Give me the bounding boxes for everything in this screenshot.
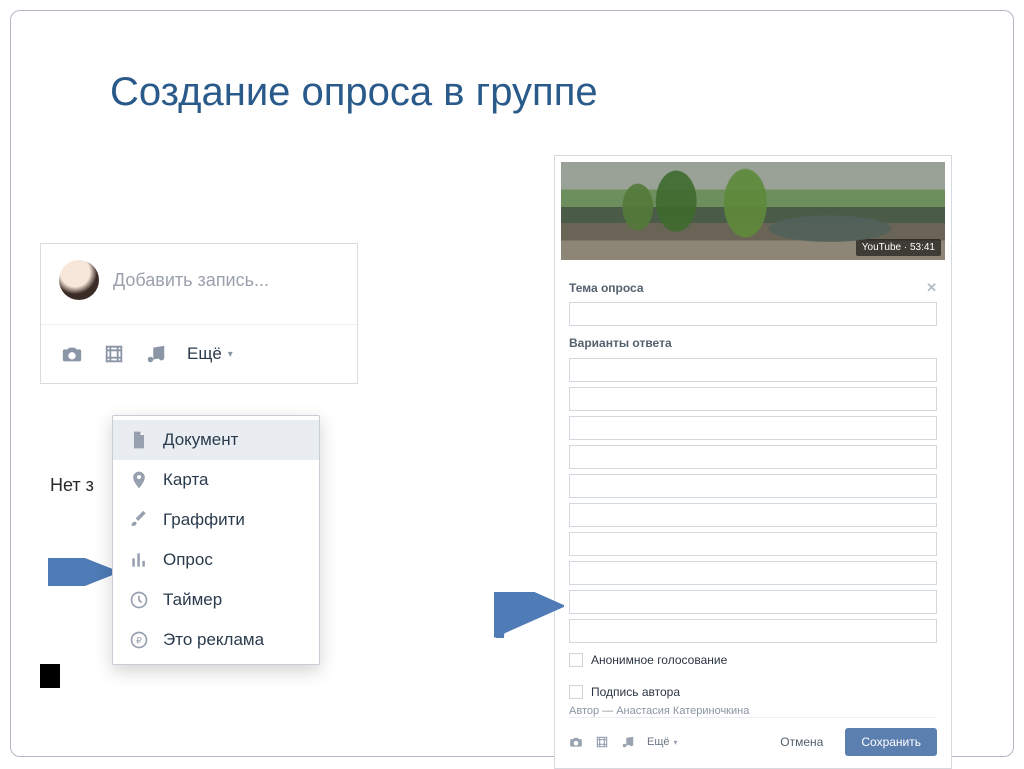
attached-video-thumbnail[interactable]: YouTube · 53:41 [561, 162, 945, 260]
post-footer: Ещё ▾ Отмена Сохранить [569, 717, 937, 756]
poll-option-input[interactable] [569, 358, 937, 382]
compose-row [41, 244, 357, 324]
attach-more-menu: Документ Карта Граффити Опрос Таймер ₽ Э… [112, 415, 320, 665]
film-icon[interactable] [103, 343, 125, 365]
camera-icon[interactable] [569, 735, 583, 749]
poll-option-input[interactable] [569, 619, 937, 643]
film-icon[interactable] [595, 735, 609, 749]
annotation-arrow-left [48, 558, 112, 586]
truncated-text: Нет з [50, 475, 94, 496]
poll-option-input[interactable] [569, 474, 937, 498]
poll-option-input[interactable] [569, 416, 937, 440]
clock-icon [129, 590, 149, 610]
svg-text:₽: ₽ [136, 635, 142, 645]
menu-label: Опрос [163, 550, 213, 570]
close-icon[interactable]: ✕ [926, 280, 937, 296]
avatar[interactable] [59, 260, 99, 300]
menu-label: Граффити [163, 510, 245, 530]
poll-option-input[interactable] [569, 503, 937, 527]
author-line: Автор — Анастасия Катериночкина [569, 705, 937, 717]
poll-icon [129, 550, 149, 570]
video-badge: YouTube · 53:41 [856, 239, 941, 256]
more-dropdown-trigger[interactable]: Ещё ▾ [187, 344, 233, 364]
poll-option-input[interactable] [569, 590, 937, 614]
chevron-down-icon: ▾ [674, 738, 678, 747]
menu-item-timer[interactable]: Таймер [113, 580, 319, 620]
poll-editor-panel: YouTube · 53:41 Тема опроса ✕ Варианты о… [554, 155, 952, 769]
fragment [40, 664, 60, 688]
brush-icon [129, 510, 149, 530]
menu-label: Карта [163, 470, 209, 490]
menu-item-map[interactable]: Карта [113, 460, 319, 500]
anonymous-check-row[interactable]: Анонимное голосование [569, 653, 937, 667]
compose-input[interactable] [113, 270, 345, 291]
save-button[interactable]: Сохранить [845, 728, 937, 756]
menu-label: Документ [163, 430, 238, 450]
music-icon[interactable] [145, 343, 167, 365]
attach-row: Ещё ▾ [41, 324, 357, 383]
poll-option-input[interactable] [569, 561, 937, 585]
poll-topic-input[interactable] [569, 302, 937, 326]
compose-panel: Ещё ▾ [40, 243, 358, 384]
signature-label: Подпись автора [591, 685, 680, 699]
page-title: Создание опроса в группе [110, 70, 598, 115]
ruble-icon: ₽ [129, 630, 149, 650]
map-pin-icon [129, 470, 149, 490]
menu-label: Это реклама [163, 630, 264, 650]
more-label: Ещё [187, 344, 222, 364]
checkbox[interactable] [569, 653, 583, 667]
more-label: Ещё [647, 736, 670, 748]
chevron-down-icon: ▾ [228, 349, 233, 360]
annotation-arrow-right [492, 592, 564, 644]
anonymous-label: Анонимное голосование [591, 653, 727, 667]
menu-item-document[interactable]: Документ [113, 420, 319, 460]
menu-item-graffiti[interactable]: Граффити [113, 500, 319, 540]
document-icon [129, 430, 149, 450]
more-dropdown-trigger[interactable]: Ещё ▾ [647, 736, 678, 748]
poll-option-input[interactable] [569, 532, 937, 556]
answers-label: Варианты ответа [569, 336, 937, 350]
menu-item-ad[interactable]: ₽ Это реклама [113, 620, 319, 660]
cancel-button[interactable]: Отмена [770, 729, 833, 755]
signature-check-row[interactable]: Подпись автора [569, 685, 937, 699]
poll-topic-label-row: Тема опроса ✕ [569, 280, 937, 296]
menu-item-poll[interactable]: Опрос [113, 540, 319, 580]
poll-topic-label: Тема опроса [569, 281, 644, 295]
menu-label: Таймер [163, 590, 222, 610]
poll-option-input[interactable] [569, 387, 937, 411]
poll-options-list [569, 358, 937, 643]
poll-option-input[interactable] [569, 445, 937, 469]
music-icon[interactable] [621, 735, 635, 749]
checkbox[interactable] [569, 685, 583, 699]
camera-icon[interactable] [61, 343, 83, 365]
